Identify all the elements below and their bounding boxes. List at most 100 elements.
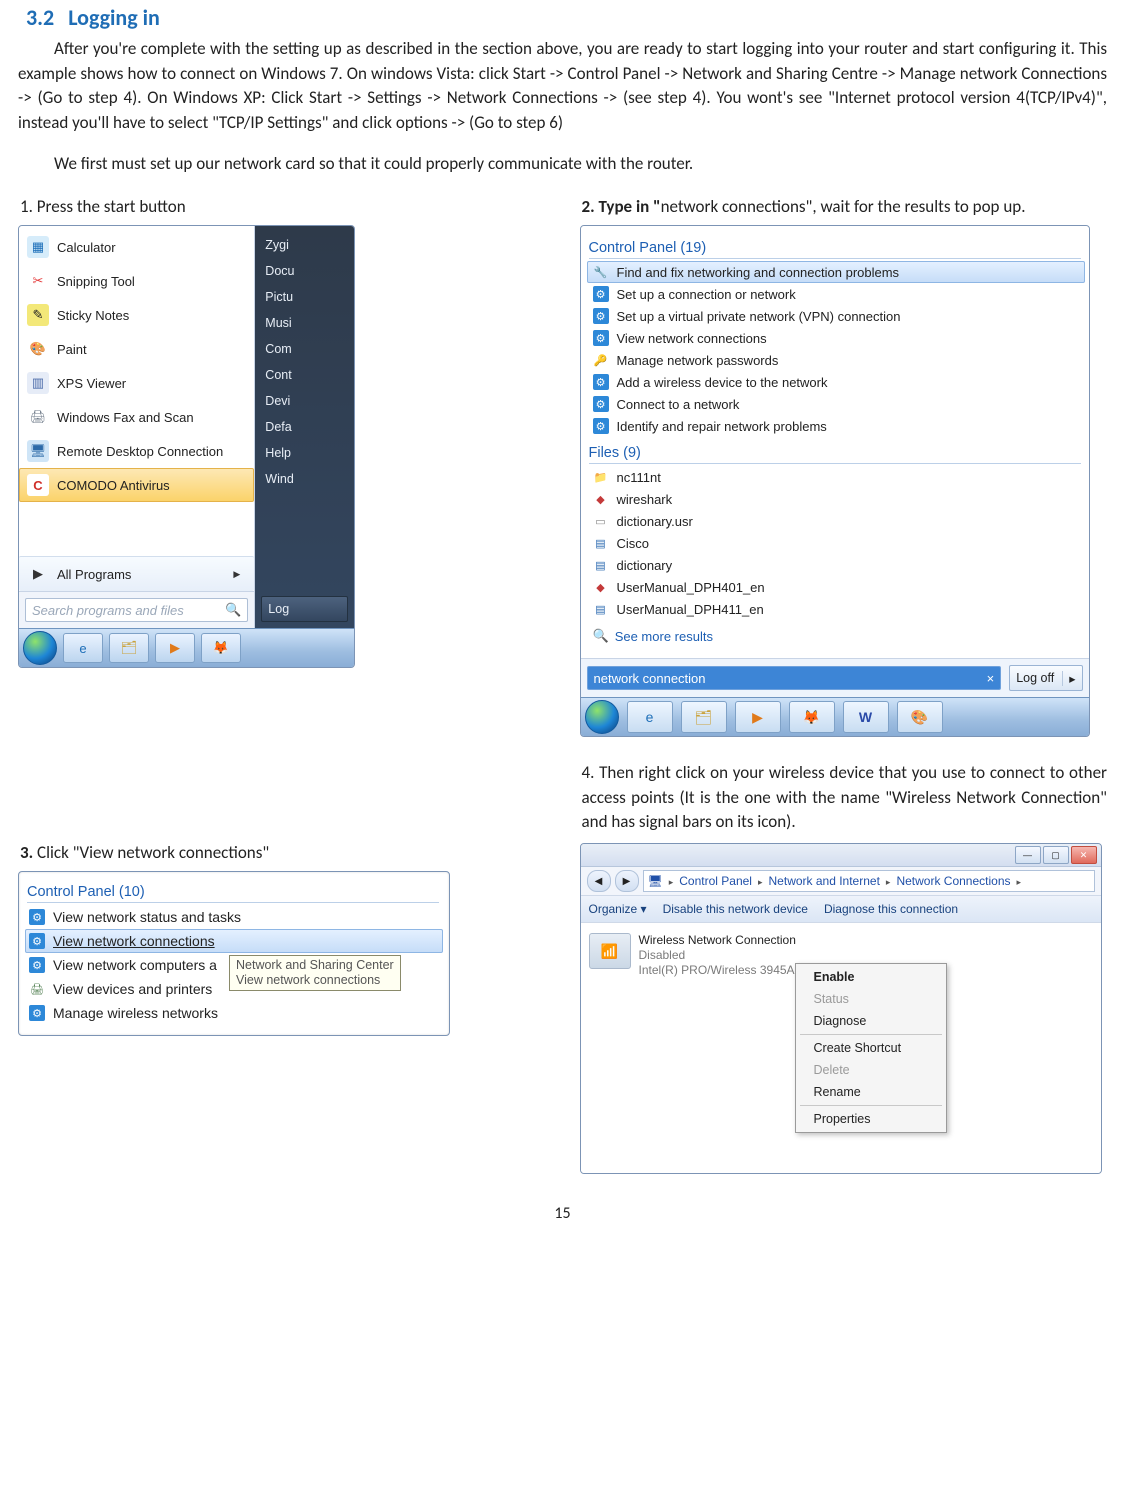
cp-item[interactable]: ⚙View network status and tasks [25, 905, 443, 929]
ctx-properties[interactable]: Properties [796, 1108, 946, 1130]
right-item[interactable]: Help [255, 440, 354, 466]
result-item[interactable]: 🔧Find and fix networking and connection … [587, 261, 1085, 283]
file-item[interactable]: ▤dictionary [587, 554, 1085, 576]
cp-item[interactable]: 🖨View devices and printers [25, 977, 443, 1001]
app-fax-scan[interactable]: 🖨Windows Fax and Scan [19, 400, 254, 434]
file-item[interactable]: 📁nc111nt [587, 466, 1085, 488]
maximize-button[interactable]: ▢ [1043, 846, 1069, 864]
start-orb[interactable] [585, 700, 619, 734]
right-item[interactable]: Defa [255, 414, 354, 440]
step3-label: 3. 3. Click "View network connections"Cl… [20, 842, 546, 863]
close-button[interactable]: ✕ [1071, 846, 1097, 864]
app-calculator[interactable]: ▦Calculator [19, 230, 254, 264]
adapter-state: Disabled [639, 948, 805, 963]
file-item[interactable]: ◆UserManual_DPH401_en [587, 576, 1085, 598]
taskbar-firefox[interactable]: 🦊 [789, 701, 835, 733]
right-item[interactable]: Wind [255, 466, 354, 492]
step2-label: 2. Type in "network connections", wait f… [582, 196, 1108, 217]
page-number: 15 [18, 1204, 1107, 1223]
search-input[interactable]: Search programs and files 🔍 [25, 598, 248, 622]
see-more-results[interactable]: 🔍See more results [587, 620, 1085, 654]
diagnose-link[interactable]: Diagnose this connection [824, 902, 958, 916]
search-results: Control Panel (19) 🔧Find and fix network… [580, 225, 1090, 737]
taskbar-firefox[interactable]: 🦊 [201, 633, 241, 663]
app-paint[interactable]: 🎨Paint [19, 332, 254, 366]
intro-paragraph-1: After you're complete with the setting u… [18, 37, 1107, 136]
ctx-sep [800, 1034, 942, 1035]
file-item[interactable]: ▤Cisco [587, 532, 1085, 554]
taskbar-paint[interactable]: 🎨 [897, 701, 943, 733]
taskbar-explorer[interactable]: 🗂 [681, 701, 727, 733]
minimize-button[interactable]: — [1015, 846, 1041, 864]
right-item[interactable]: Musi [255, 310, 354, 336]
taskbar-word[interactable]: W [843, 701, 889, 733]
taskbar-media[interactable]: ▶ [155, 633, 195, 663]
disable-device-link[interactable]: Disable this network device [663, 902, 808, 916]
taskbar-ie[interactable]: e [627, 701, 673, 733]
right-item[interactable]: Zygi [255, 232, 354, 258]
adapter-name: Wireless Network Connection [639, 933, 805, 948]
right-item[interactable]: Cont [255, 362, 354, 388]
taskbar-explorer[interactable]: 🗂 [109, 633, 149, 663]
ctx-create-shortcut[interactable]: Create Shortcut [796, 1037, 946, 1059]
network-connections-window: — ▢ ✕ ◀ ▶ 🖥 Control Panel Network and In… [580, 843, 1102, 1174]
ctx-diagnose[interactable]: Diagnose [796, 1010, 946, 1032]
result-item[interactable]: ⚙Identify and repair network problems [587, 415, 1085, 437]
all-programs[interactable]: ▶All Programs [19, 556, 254, 591]
right-item[interactable]: Com [255, 336, 354, 362]
cp-item-view-connections[interactable]: ⚙View network connections [25, 929, 443, 953]
result-item[interactable]: ⚙View network connections [587, 327, 1085, 349]
logoff-button[interactable]: Log off ▸ [1009, 665, 1082, 691]
taskbar-media[interactable]: ▶ [735, 701, 781, 733]
ctx-status: Status [796, 988, 946, 1010]
app-remote-desktop[interactable]: 🖥Remote Desktop Connection [19, 434, 254, 468]
taskbar: e 🗂 ▶ 🦊 [19, 628, 354, 667]
result-item[interactable]: ⚙Set up a virtual private network (VPN) … [587, 305, 1085, 327]
file-item[interactable]: ▤UserManual_DPH411_en [587, 598, 1085, 620]
ctx-sep [800, 1105, 942, 1106]
taskbar-ie[interactable]: e [63, 633, 103, 663]
step1-label: 1. Press the start button [20, 196, 546, 217]
result-item[interactable]: ⚙Add a wireless device to the network [587, 371, 1085, 393]
right-item[interactable]: Pictu [255, 284, 354, 310]
search-query-input[interactable]: network connection × [587, 666, 1002, 690]
taskbar: e 🗂 ▶ 🦊 W 🎨 [581, 697, 1089, 736]
step4-label: 4. Then right click on your wireless dev… [582, 761, 1108, 835]
chevron-right-icon[interactable]: ▸ [1062, 671, 1075, 686]
organize-menu[interactable]: Organize ▾ [589, 902, 647, 916]
control-panel-results: Control Panel (10) ⚙View network status … [18, 871, 450, 1036]
file-item[interactable]: ◆wireshark [587, 488, 1085, 510]
clear-icon[interactable]: × [987, 671, 995, 686]
cp-group-header: Control Panel (10) [27, 882, 439, 903]
toolbar: Organize ▾ Disable this network device D… [581, 896, 1101, 923]
breadcrumb[interactable]: 🖥 Control Panel Network and Internet Net… [643, 870, 1095, 892]
start-menu: ▦Calculator ✂Snipping Tool ✎Sticky Notes… [18, 225, 355, 668]
intro-paragraph-2: We first must set up our network card so… [18, 152, 1107, 177]
right-item[interactable]: Devi [255, 388, 354, 414]
ctx-enable[interactable]: Enable [796, 966, 946, 988]
shutdown-button[interactable]: Log [261, 596, 348, 622]
nav-back[interactable]: ◀ [587, 870, 611, 892]
group-control-panel: Control Panel (19) [589, 238, 1081, 259]
adapter-device: Intel(R) PRO/Wireless 3945A... [639, 963, 805, 978]
group-files: Files (9) [589, 443, 1081, 464]
app-sticky-notes[interactable]: ✎Sticky Notes [19, 298, 254, 332]
app-snipping-tool[interactable]: ✂Snipping Tool [19, 264, 254, 298]
ctx-delete: Delete [796, 1059, 946, 1081]
connections-area: 📶 Wireless Network Connection Disabled I… [581, 923, 1101, 1173]
app-xps-viewer[interactable]: ▥XPS Viewer [19, 366, 254, 400]
result-item[interactable]: ⚙Connect to a network [587, 393, 1085, 415]
cp-item[interactable]: ⚙Manage wireless networks [25, 1001, 443, 1025]
start-orb[interactable] [23, 631, 57, 665]
app-comodo-antivirus[interactable]: CCOMODO Antivirus [19, 468, 254, 502]
adapter-icon: 📶 [589, 933, 631, 969]
result-item[interactable]: 🔑Manage network passwords [587, 349, 1085, 371]
result-item[interactable]: ⚙Set up a connection or network [587, 283, 1085, 305]
cp-item[interactable]: ⚙View network computers a Network and Sh… [25, 953, 443, 977]
ctx-rename[interactable]: Rename [796, 1081, 946, 1103]
file-item[interactable]: ▭dictionary.usr [587, 510, 1085, 532]
start-menu-right: Zygi Docu Pictu Musi Com Cont Devi Defa … [255, 226, 354, 628]
right-item[interactable]: Docu [255, 258, 354, 284]
breadcrumb-icon: 🖥 [648, 874, 663, 888]
nav-forward[interactable]: ▶ [615, 870, 639, 892]
